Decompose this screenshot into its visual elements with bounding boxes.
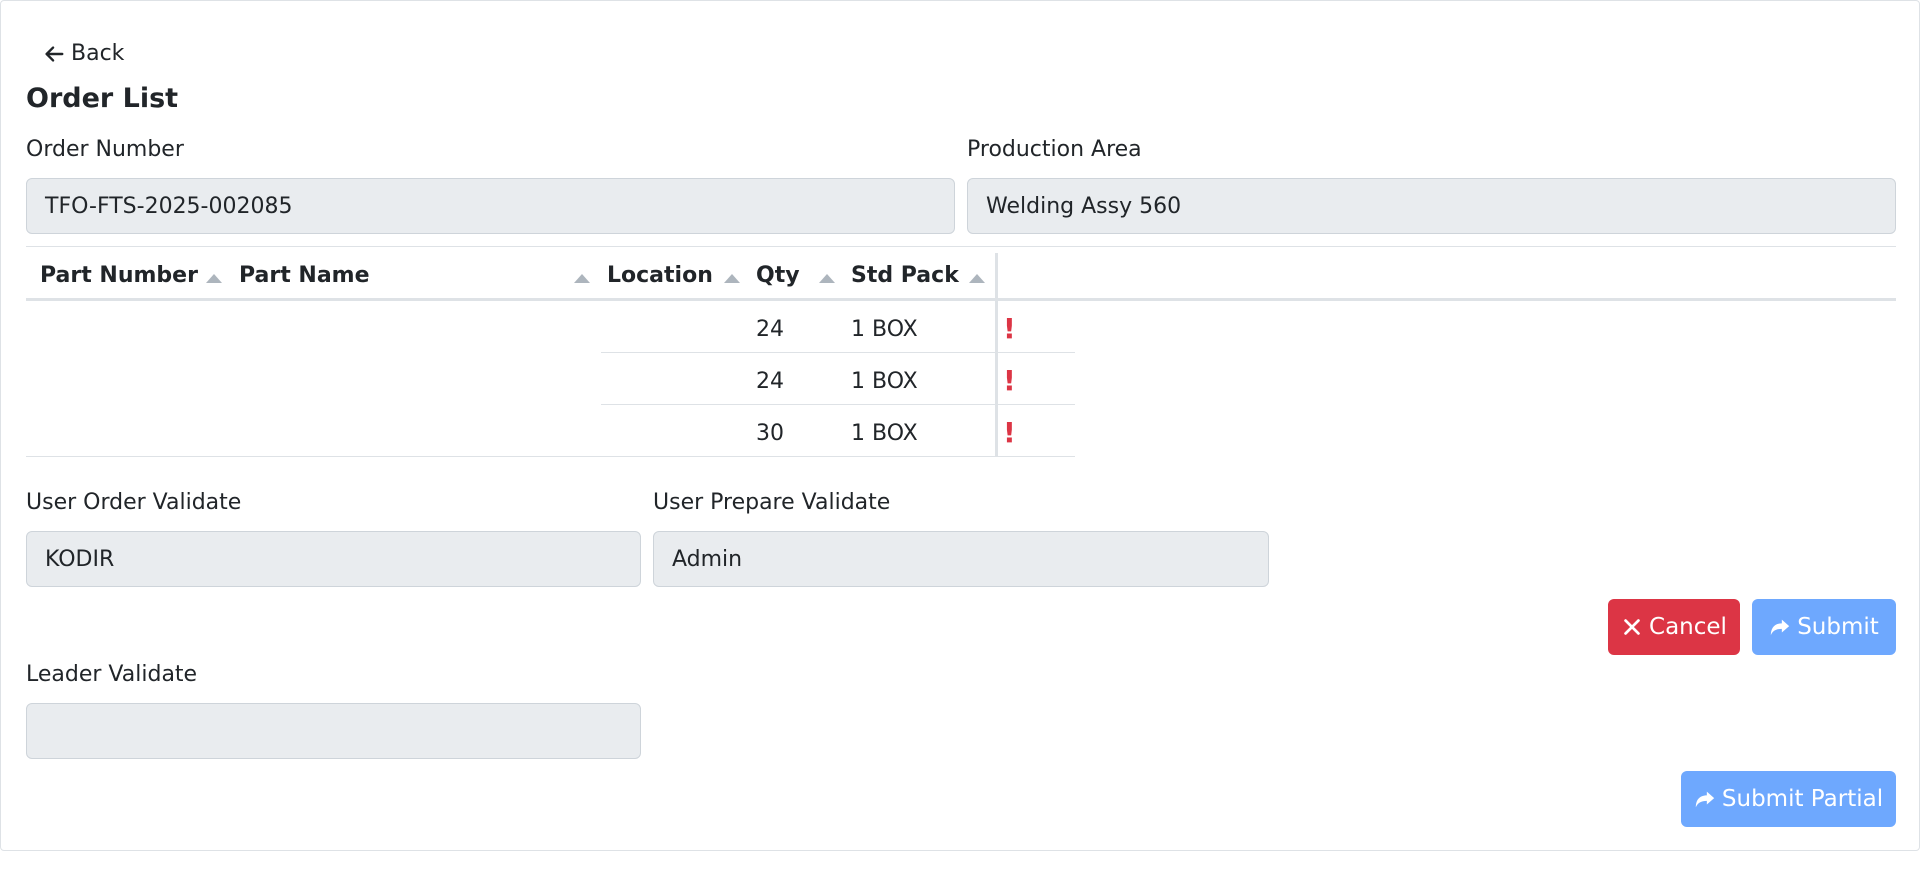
row-2-std-pack: 1 BOX <box>851 369 918 394</box>
order-number-label: Order Number <box>26 137 184 162</box>
table-header-border <box>26 298 1896 301</box>
row-3-qty: 30 <box>756 421 784 446</box>
cancel-button[interactable]: Cancel <box>1608 599 1740 655</box>
cancel-label: Cancel <box>1649 614 1727 640</box>
production-area-label: Production Area <box>967 137 1142 162</box>
row-1-std-pack: 1 BOX <box>851 317 918 342</box>
order-card: Back Order List Order Number TFO-FTS-202… <box>0 0 1920 851</box>
user-prepare-validate-label: User Prepare Validate <box>653 490 891 515</box>
back-label: Back <box>71 41 125 66</box>
submit-partial-button[interactable]: Submit Partial <box>1681 771 1896 827</box>
column-header-qty[interactable]: Qty <box>756 263 800 288</box>
column-divider <box>995 253 998 457</box>
leader-validate-label: Leader Validate <box>26 662 198 687</box>
column-header-part-number[interactable]: Part Number <box>40 263 198 288</box>
table-bottom-border <box>26 456 1075 457</box>
row-1-qty: 24 <box>756 317 784 342</box>
back-button[interactable]: Back <box>43 41 124 66</box>
submit-button[interactable]: Submit <box>1752 599 1896 655</box>
column-header-std-pack[interactable]: Std Pack <box>851 263 959 288</box>
warning-icon: ! <box>1003 416 1016 449</box>
arrow-left-icon <box>45 45 64 62</box>
page-title: Order List <box>26 83 179 114</box>
row-divider <box>601 404 1075 405</box>
close-icon <box>1624 619 1640 635</box>
user-order-validate-label: User Order Validate <box>26 490 242 515</box>
sort-icon[interactable] <box>969 274 985 283</box>
share-icon <box>1695 791 1715 808</box>
submit-label: Submit <box>1797 614 1879 640</box>
sort-icon[interactable] <box>724 274 740 283</box>
row-divider <box>601 352 1075 353</box>
row-3-std-pack: 1 BOX <box>851 421 918 446</box>
user-order-validate-field[interactable]: KODIR <box>26 531 641 587</box>
sort-icon[interactable] <box>206 274 222 283</box>
column-header-location[interactable]: Location <box>607 263 713 288</box>
sort-icon[interactable] <box>819 274 835 283</box>
warning-icon: ! <box>1003 312 1016 345</box>
sort-icon[interactable] <box>574 274 590 283</box>
column-header-part-name[interactable]: Part Name <box>239 263 370 288</box>
user-prepare-validate-field[interactable]: Admin <box>653 531 1269 587</box>
share-icon <box>1771 619 1790 636</box>
leader-validate-field[interactable] <box>26 703 641 759</box>
warning-icon: ! <box>1003 364 1016 397</box>
row-2-qty: 24 <box>756 369 784 394</box>
submit-partial-label: Submit Partial <box>1721 786 1884 812</box>
production-area-field[interactable]: Welding Assy 560 <box>967 178 1896 234</box>
order-number-field[interactable]: TFO-FTS-2025-002085 <box>26 178 955 234</box>
divider <box>26 246 1896 247</box>
